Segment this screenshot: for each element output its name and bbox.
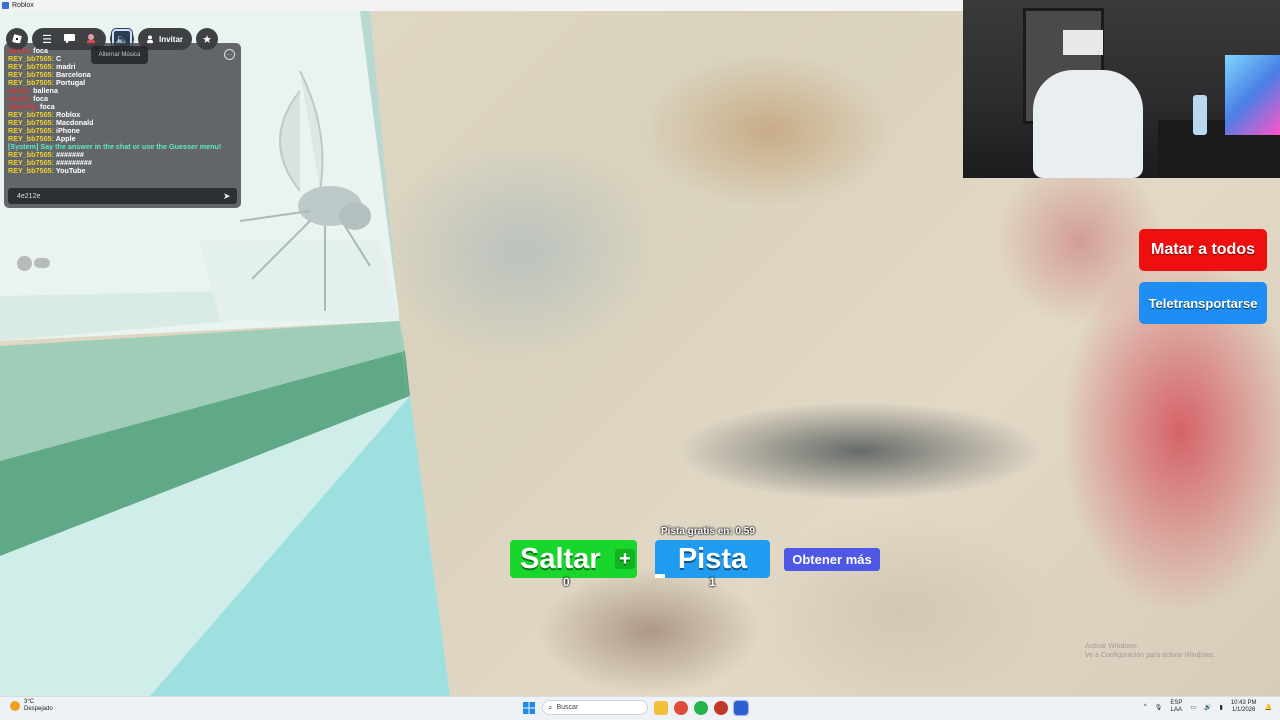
chat-input[interactable]: 4e212e ➤	[8, 188, 237, 204]
chat-text: YouTube	[55, 166, 86, 175]
weather-widget[interactable]: 3°C Despejado	[10, 699, 53, 713]
chat-messages: abcde: foca REY_bb7505: C REY_bb7505: madr…	[8, 47, 237, 175]
microphone-icon[interactable]: 🎙	[1155, 704, 1163, 711]
chat-window: abcde: foca REY_bb7505: C REY_bb7505: madr…	[4, 43, 241, 208]
roblox-taskbar-icon[interactable]	[733, 699, 749, 716]
notification-bell-icon[interactable]: 🔔	[1265, 704, 1272, 711]
search-icon: ⌕	[548, 702, 553, 712]
windows-start-icon[interactable]	[522, 701, 536, 715]
cam-water-bottle	[1193, 95, 1207, 135]
clock-time: 10:43 PM	[1230, 700, 1257, 706]
moon-weather-icon	[10, 701, 20, 711]
chat-message: REY_bb7505: YouTube	[8, 167, 237, 175]
chat-input-value: 4e212e	[17, 192, 41, 200]
lang-top: ESP	[1170, 700, 1183, 706]
whatsapp-icon[interactable]	[694, 700, 708, 715]
voice-toggle[interactable]	[17, 256, 50, 271]
get-more-button[interactable]: Obtener más	[784, 548, 880, 571]
hint-button[interactable]: Pista	[655, 540, 770, 578]
taskbar-clock[interactable]: 10:43 PM 1/1/2026	[1231, 700, 1257, 714]
hint-progress-bar	[655, 574, 665, 578]
taskbar-apps: ⌕ Buscar	[522, 699, 749, 716]
toggle-knob-icon	[17, 256, 32, 271]
file-explorer-icon[interactable]	[654, 700, 668, 715]
cam-box	[1063, 30, 1103, 55]
volume-icon[interactable]: 🔊	[1204, 704, 1211, 711]
network-icon[interactable]: ▭	[1190, 704, 1196, 711]
chrome-icon[interactable]	[674, 700, 688, 715]
cam-monitor	[1225, 55, 1280, 135]
send-icon[interactable]: ➤	[223, 191, 233, 201]
hint-label: Pista	[677, 542, 748, 575]
weather-temp: 3°C	[24, 699, 35, 705]
kill-all-button[interactable]: Matar a todos	[1139, 229, 1267, 271]
windows-taskbar: 3°C Despejado ⌕ Buscar ^ 🎙 ESP LAA ▭ 🔊 ▮…	[0, 696, 1280, 720]
taskbar-search[interactable]: ⌕ Buscar	[542, 700, 648, 715]
webcam-overlay	[963, 0, 1280, 178]
chat-text: Portugal	[55, 78, 86, 87]
battery-icon[interactable]: ▮	[1220, 704, 1223, 711]
roblox-app-icon	[2, 2, 9, 9]
clock-date: 1/1/2026	[1231, 707, 1256, 713]
search-placeholder: Buscar	[556, 704, 579, 711]
jump-count: 0	[563, 575, 570, 589]
chat-sender[interactable]: REY_bb7505:	[8, 166, 54, 175]
jump-plus-button[interactable]: +	[615, 549, 635, 569]
watermark-line2: Ve a Configuración para activar Windows.	[1085, 652, 1215, 659]
window-title: Roblox	[12, 2, 34, 9]
watermark-line1: Activar Windows	[1085, 643, 1137, 650]
jump-label: Saltar	[520, 542, 601, 575]
app-icon[interactable]	[714, 700, 728, 715]
chevron-up-icon[interactable]: ^	[1144, 704, 1147, 710]
cam-gaming-chair	[1033, 70, 1143, 178]
lang-bottom: LAA	[1170, 707, 1183, 713]
system-tray: ^ 🎙 ESP LAA ▭ 🔊 ▮ 10:43 PM 1/1/2026 🔔	[1144, 700, 1272, 714]
chat-options-icon[interactable]: ···	[224, 49, 235, 60]
weather-desc: Despejado	[24, 706, 53, 712]
activate-windows-watermark: Activar Windows Ve a Configuración para …	[1085, 642, 1215, 660]
music-tooltip: Alternar Música	[91, 46, 148, 64]
language-indicator[interactable]: ESP LAA	[1170, 700, 1182, 714]
teleport-button[interactable]: Teletransportarse	[1139, 282, 1267, 324]
jump-button[interactable]: Saltar +	[510, 540, 637, 578]
free-hint-timer: Pista gratis en: 0.59	[661, 526, 755, 537]
hint-count: 1	[709, 575, 716, 589]
toggle-track	[34, 258, 50, 268]
